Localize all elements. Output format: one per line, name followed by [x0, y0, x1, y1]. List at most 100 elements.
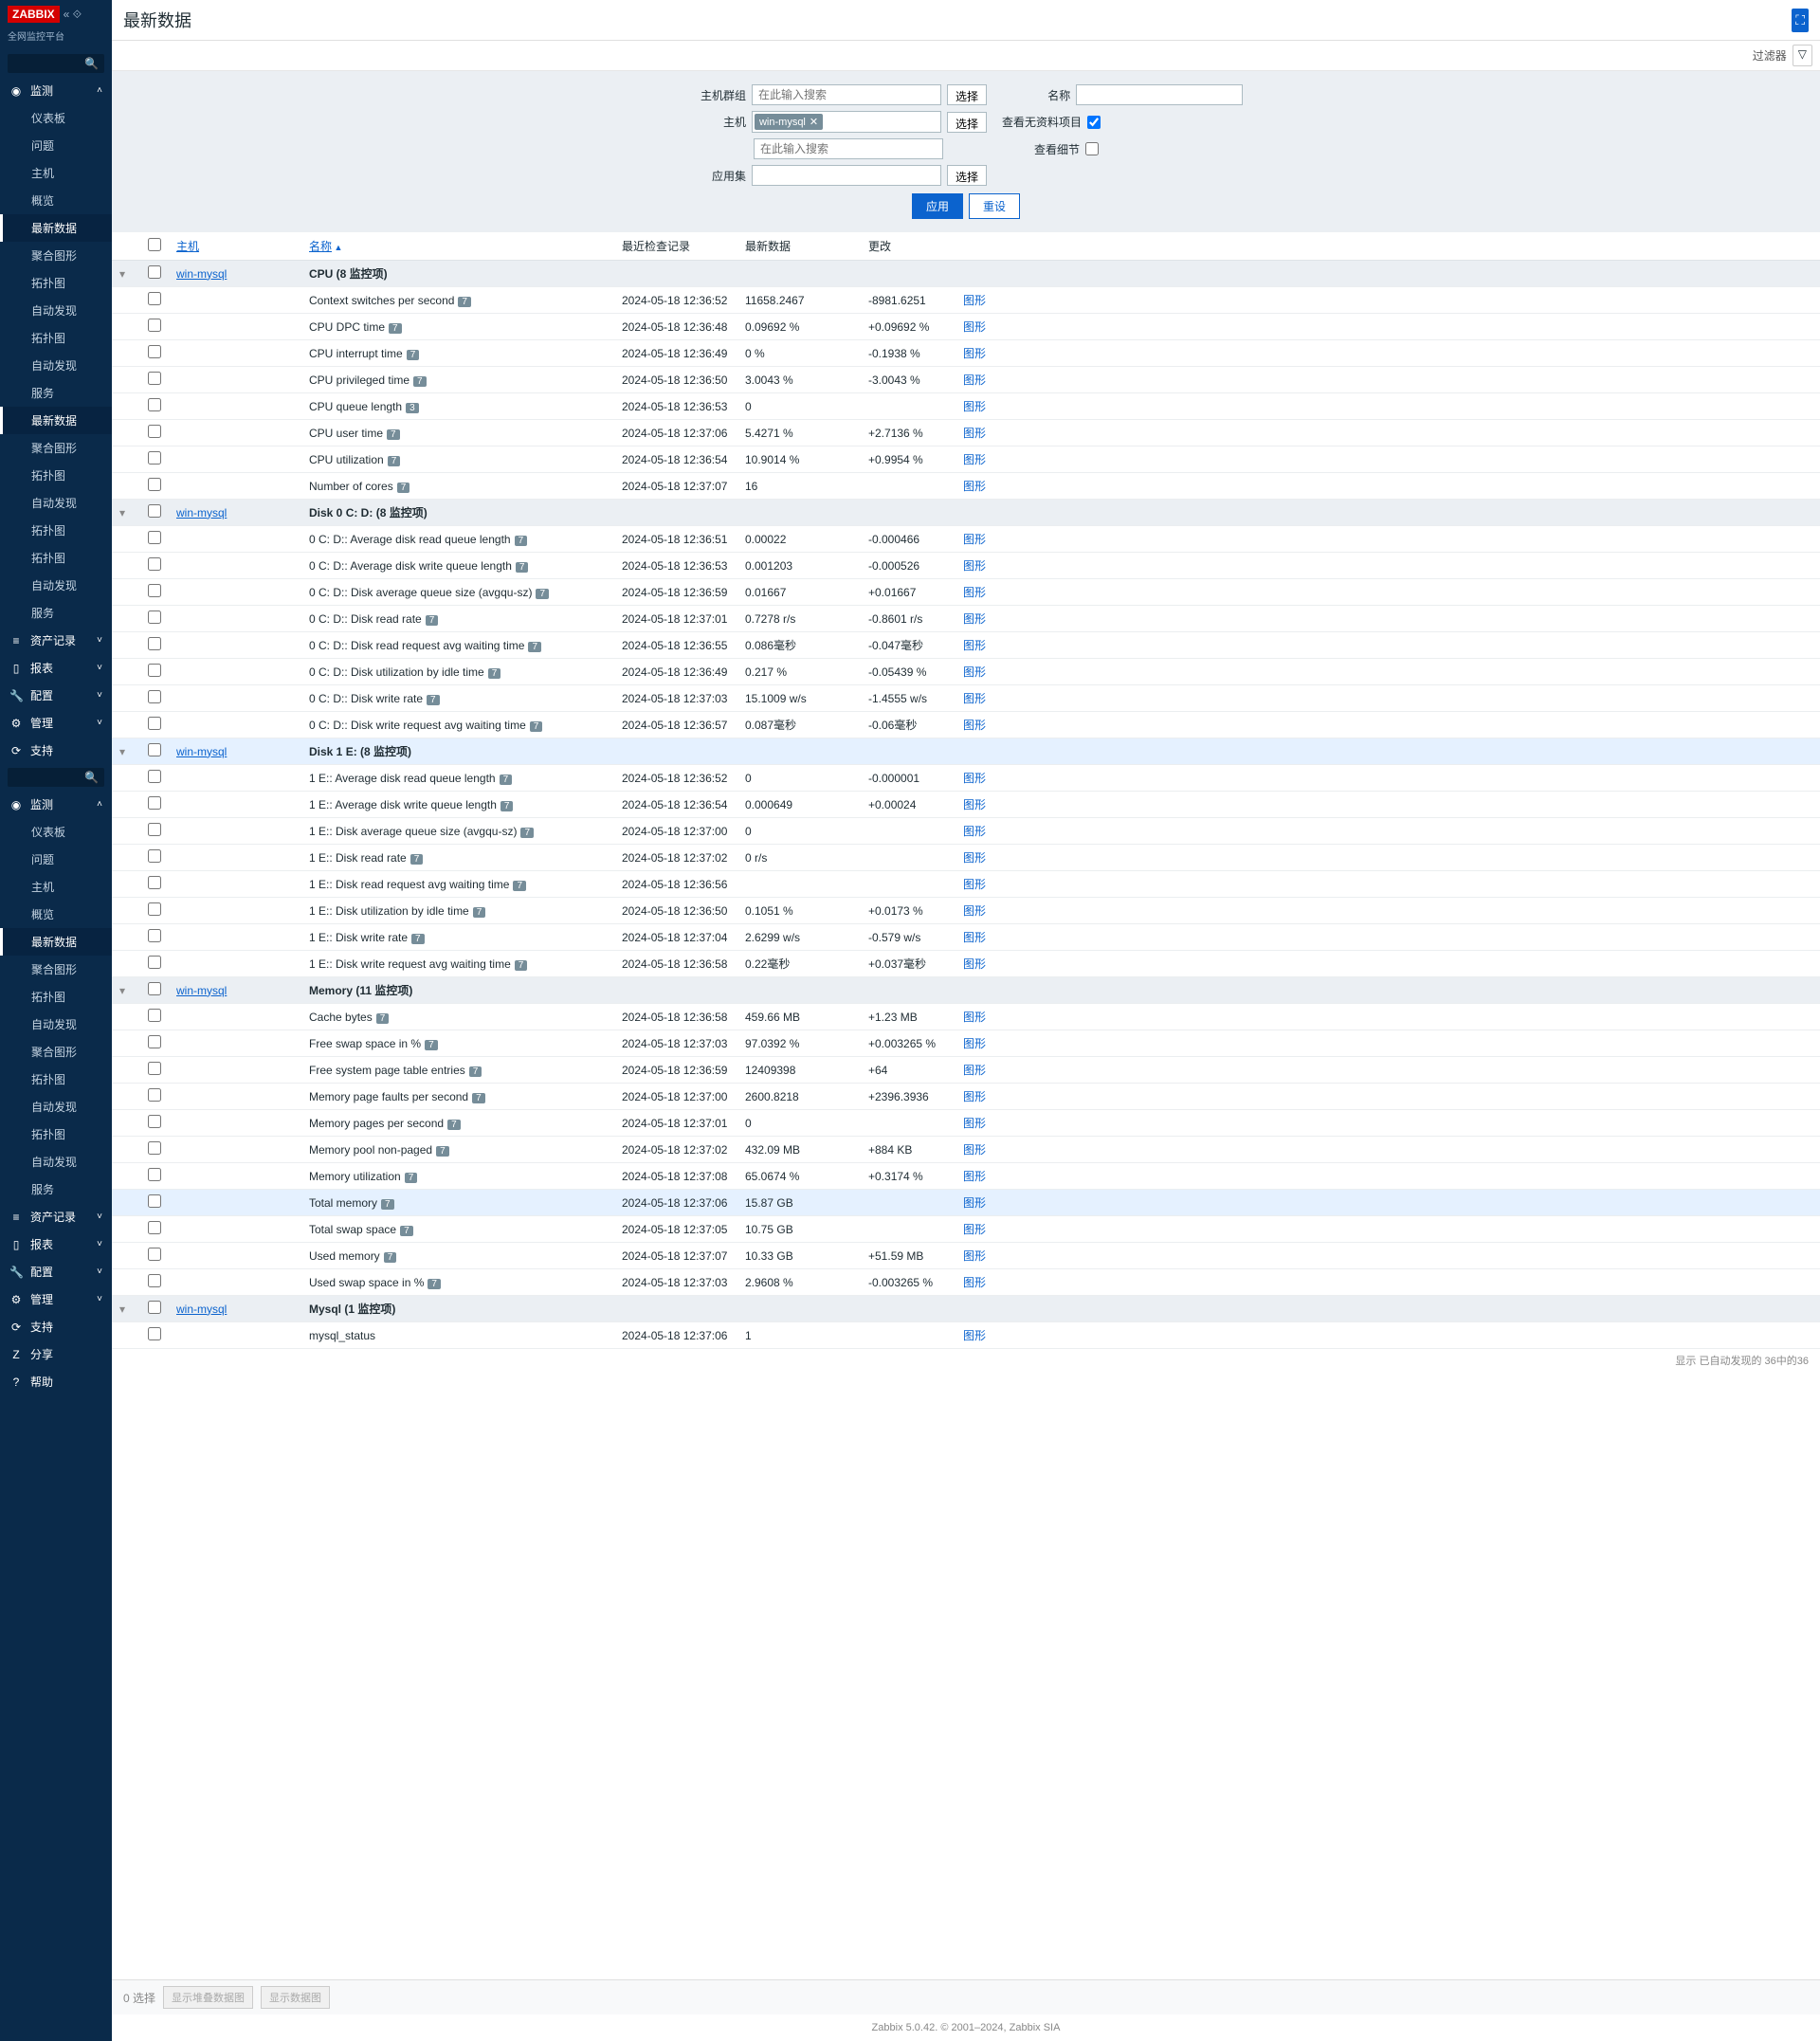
trigger-badge[interactable]: 7	[405, 1173, 418, 1183]
row-checkbox[interactable]	[148, 1221, 161, 1234]
toggle-icon[interactable]: ▾	[119, 745, 125, 758]
graph-link[interactable]: 图形	[963, 427, 986, 440]
select-all-checkbox[interactable]	[148, 238, 161, 251]
graph-link[interactable]: 图形	[963, 1117, 986, 1130]
nav-item[interactable]: 拓扑图	[0, 269, 112, 297]
trigger-badge[interactable]: 7	[515, 960, 528, 971]
graph-link[interactable]: 图形	[963, 1011, 986, 1024]
trigger-badge[interactable]: 7	[376, 1013, 390, 1024]
trigger-badge[interactable]: 7	[388, 456, 401, 466]
graph-link[interactable]: 图形	[963, 825, 986, 838]
hostgroup-input[interactable]	[752, 84, 941, 105]
graph-link[interactable]: 图形	[963, 559, 986, 573]
trigger-badge[interactable]: 3	[406, 403, 419, 413]
host-link[interactable]: win-mysql	[176, 506, 227, 519]
graph-link[interactable]: 图形	[963, 1170, 986, 1183]
host-input[interactable]	[754, 138, 943, 159]
graph-link[interactable]: 图形	[963, 931, 986, 944]
row-checkbox[interactable]	[148, 770, 161, 783]
graph-link[interactable]: 图形	[963, 1249, 986, 1263]
search-icon[interactable]: 🔍	[84, 57, 99, 70]
group-checkbox[interactable]	[148, 982, 161, 995]
graph-link[interactable]: 图形	[963, 374, 986, 387]
row-checkbox[interactable]	[148, 319, 161, 332]
nav-section[interactable]: ≡资产记录˅	[0, 627, 112, 654]
nav-item[interactable]: 聚合图形	[0, 242, 112, 269]
graph-link[interactable]: 图形	[963, 851, 986, 865]
nav-item[interactable]: 主机	[0, 873, 112, 901]
nav-item[interactable]: 最新数据	[0, 407, 112, 434]
nav-item[interactable]: 聚合图形	[0, 434, 112, 462]
row-checkbox[interactable]	[148, 849, 161, 863]
nav-item[interactable]: 自动发现	[0, 1011, 112, 1038]
graph-link[interactable]: 图形	[963, 1090, 986, 1103]
nav-item[interactable]: 拓扑图	[0, 1066, 112, 1093]
row-checkbox[interactable]	[148, 1062, 161, 1075]
row-checkbox[interactable]	[148, 398, 161, 411]
graph-link[interactable]: 图形	[963, 1037, 986, 1050]
sidebar-search-input[interactable]	[13, 772, 84, 783]
nav-section[interactable]: ▯报表˅	[0, 1230, 112, 1258]
trigger-badge[interactable]: 7	[516, 562, 529, 573]
row-checkbox[interactable]	[148, 451, 161, 465]
nav-item[interactable]: 概览	[0, 901, 112, 928]
row-checkbox[interactable]	[148, 292, 161, 305]
row-checkbox[interactable]	[148, 557, 161, 571]
row-checkbox[interactable]	[148, 610, 161, 624]
nav-item[interactable]: 问题	[0, 846, 112, 873]
name-input[interactable]	[1076, 84, 1243, 105]
collapse-icon[interactable]: « ⟐	[64, 8, 82, 22]
trigger-badge[interactable]: 7	[513, 881, 526, 891]
graph-link[interactable]: 图形	[963, 1223, 986, 1236]
filter-label[interactable]: 过滤器	[1747, 45, 1793, 66]
toggle-icon[interactable]: ▾	[119, 1303, 125, 1316]
graph-link[interactable]: 图形	[963, 957, 986, 971]
row-checkbox[interactable]	[148, 1248, 161, 1261]
group-checkbox[interactable]	[148, 265, 161, 279]
nav-item[interactable]: 最新数据	[0, 214, 112, 242]
trigger-badge[interactable]: 7	[428, 1279, 441, 1289]
reset-button[interactable]: 重设	[969, 193, 1020, 219]
trigger-badge[interactable]: 7	[427, 695, 440, 705]
row-checkbox[interactable]	[148, 823, 161, 836]
filter-icon[interactable]: ▽	[1793, 45, 1812, 66]
graph-link[interactable]: 图形	[963, 904, 986, 918]
trigger-badge[interactable]: 7	[520, 828, 534, 838]
trigger-badge[interactable]: 7	[400, 1226, 413, 1236]
graph-link[interactable]: 图形	[963, 453, 986, 466]
fullscreen-icon[interactable]: ⛶	[1792, 9, 1809, 32]
host-link[interactable]: win-mysql	[176, 1303, 227, 1316]
row-checkbox[interactable]	[148, 717, 161, 730]
nav-item[interactable]: 自动发现	[0, 1148, 112, 1175]
nav-item[interactable]: 最新数据	[0, 928, 112, 956]
app-select-button[interactable]: 选择	[947, 165, 987, 186]
group-checkbox[interactable]	[148, 743, 161, 756]
row-checkbox[interactable]	[148, 345, 161, 358]
graph-link[interactable]: 图形	[963, 1329, 986, 1342]
row-checkbox[interactable]	[148, 929, 161, 942]
trigger-badge[interactable]: 7	[407, 350, 420, 360]
stacked-graph-button[interactable]: 显示堆叠数据图	[163, 1986, 253, 2009]
host-select-button[interactable]: 选择	[947, 112, 987, 133]
nav-item[interactable]: 自动发现	[0, 352, 112, 379]
nav-section[interactable]: ≡资产记录˅	[0, 1203, 112, 1230]
trigger-badge[interactable]: 7	[384, 1252, 397, 1263]
nav-section[interactable]: ?帮助	[0, 1368, 112, 1395]
graph-link[interactable]: 图形	[963, 480, 986, 493]
trigger-badge[interactable]: 7	[528, 642, 541, 652]
nav-section[interactable]: ◉监测˄	[0, 77, 112, 104]
host-link[interactable]: win-mysql	[176, 267, 227, 281]
row-checkbox[interactable]	[148, 478, 161, 491]
hostgroup-select-button[interactable]: 选择	[947, 84, 987, 105]
row-checkbox[interactable]	[148, 1035, 161, 1048]
trigger-badge[interactable]: 7	[410, 854, 424, 865]
row-checkbox[interactable]	[148, 1194, 161, 1208]
trigger-badge[interactable]: 7	[411, 934, 425, 944]
graph-link[interactable]: 图形	[963, 665, 986, 679]
row-checkbox[interactable]	[148, 1274, 161, 1287]
trigger-badge[interactable]: 7	[500, 801, 514, 811]
nav-item[interactable]: 拓扑图	[0, 1121, 112, 1148]
row-checkbox[interactable]	[148, 876, 161, 889]
nav-item[interactable]: 拓扑图	[0, 983, 112, 1011]
col-host[interactable]: 主机	[176, 240, 199, 253]
